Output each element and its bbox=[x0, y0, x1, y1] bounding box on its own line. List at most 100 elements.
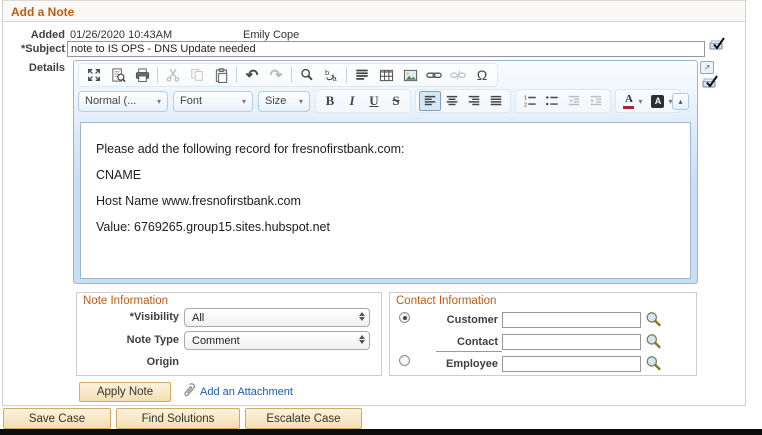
added-datetime: 01/26/2020 10:43AM bbox=[70, 29, 172, 41]
editor-text-line: Host Name www.fresnofirstbank.com bbox=[96, 188, 690, 214]
editor-text-line: Value: 6769265.group15.sites.hubspot.net bbox=[96, 214, 690, 240]
text-style-group: B I U S bbox=[315, 89, 411, 113]
chevron-down-icon: ▾ bbox=[242, 97, 246, 106]
employee-label: Employee bbox=[390, 358, 498, 370]
text-color-icon[interactable]: A ▾ bbox=[619, 91, 647, 111]
note-type-label: Note Type bbox=[77, 334, 179, 346]
font-select[interactable]: Font ▾ bbox=[173, 91, 253, 112]
unlink-icon[interactable] bbox=[446, 65, 470, 85]
rich-text-editor: ↶ ↷ ba Ω Normal (... ▾ bbox=[73, 60, 698, 284]
employee-input[interactable] bbox=[502, 356, 641, 372]
text-color-letter: A bbox=[625, 94, 633, 105]
add-a-note-page: Add a Note Added 01/26/2020 10:43AM Emil… bbox=[0, 0, 762, 435]
subject-label: *Subject bbox=[3, 43, 65, 55]
spellcheck-subject-icon[interactable] bbox=[709, 36, 726, 51]
open-popup-icon[interactable]: ↗ bbox=[700, 61, 714, 74]
visibility-select[interactable]: All bbox=[184, 308, 370, 327]
subject-input[interactable] bbox=[67, 41, 705, 57]
note-information-box: Note Information *Visibility All Note Ty… bbox=[76, 292, 382, 376]
select-stepper-icon bbox=[359, 312, 365, 321]
editor-text-line: CNAME bbox=[96, 162, 690, 188]
add-a-note-panel: Add a Note Added 01/26/2020 10:43AM Emil… bbox=[2, 0, 746, 406]
save-case-button[interactable]: Save Case bbox=[3, 408, 111, 429]
svg-text:b: b bbox=[324, 68, 328, 77]
employee-lookup-icon[interactable] bbox=[645, 355, 662, 372]
insert-image-icon[interactable] bbox=[398, 65, 422, 85]
paragraph-format-select[interactable]: Normal (... ▾ bbox=[78, 91, 168, 112]
contact-information-box: Contact Information Customer Contact Emp… bbox=[389, 292, 697, 376]
background-color-letter: A bbox=[651, 95, 664, 108]
note-information-title: Note Information bbox=[83, 295, 168, 307]
customer-label: Customer bbox=[390, 314, 498, 326]
page-title: Add a Note bbox=[3, 1, 745, 19]
customer-lookup-icon[interactable] bbox=[645, 311, 662, 328]
text-color-bar bbox=[623, 106, 634, 109]
note-type-select[interactable]: Comment bbox=[184, 331, 370, 350]
editor-content-area[interactable]: Please add the following record for fres… bbox=[80, 122, 691, 279]
editor-toolbar-row2: Normal (... ▾ Font ▾ Size ▾ B I U S bbox=[74, 88, 697, 114]
customer-input[interactable] bbox=[502, 312, 641, 328]
increase-indent-icon[interactable] bbox=[585, 91, 607, 111]
redo-icon[interactable]: ↷ bbox=[264, 65, 288, 85]
details-label: Details bbox=[3, 62, 65, 74]
added-by-name: Emily Cope bbox=[243, 29, 299, 41]
panel-header: Add a Note bbox=[3, 1, 745, 22]
svg-text:2: 2 bbox=[524, 102, 527, 108]
copy-icon[interactable] bbox=[185, 65, 209, 85]
align-left-icon[interactable] bbox=[419, 91, 441, 111]
bulleted-list-icon[interactable] bbox=[541, 91, 563, 111]
contact-information-title: Contact Information bbox=[396, 295, 496, 307]
window-bottom-edge bbox=[0, 429, 762, 435]
toolbar-separator bbox=[346, 67, 347, 83]
paste-icon[interactable] bbox=[209, 65, 233, 85]
find-solutions-button[interactable]: Find Solutions bbox=[116, 408, 240, 429]
chevron-down-icon: ▾ bbox=[157, 97, 161, 106]
editor-toolbar-row1: ↶ ↷ ba Ω bbox=[74, 61, 697, 88]
toolbar-group-1: ↶ ↷ ba Ω bbox=[78, 63, 498, 87]
find-icon[interactable] bbox=[295, 65, 319, 85]
visibility-value: All bbox=[192, 312, 204, 324]
toolbar-separator bbox=[157, 67, 158, 83]
svg-text:1: 1 bbox=[524, 96, 527, 102]
apply-note-button[interactable]: Apply Note bbox=[79, 382, 171, 402]
special-character-icon[interactable]: Ω bbox=[470, 65, 494, 85]
collapse-toolbar-button[interactable]: ▴ bbox=[672, 93, 689, 110]
size-value: Size bbox=[265, 95, 286, 107]
add-attachment-link[interactable]: Add an Attachment bbox=[200, 386, 293, 398]
paperclip-icon bbox=[180, 382, 196, 400]
chevron-down-icon: ▾ bbox=[638, 97, 642, 106]
spellcheck-details-icon[interactable] bbox=[702, 74, 719, 89]
list-indent-group: 12 bbox=[515, 89, 611, 113]
visibility-label: *Visibility bbox=[77, 311, 179, 323]
cut-icon[interactable] bbox=[161, 65, 185, 85]
contact-employee-divider bbox=[436, 351, 502, 352]
undo-icon[interactable]: ↶ bbox=[240, 65, 264, 85]
contact-label: Contact bbox=[390, 336, 498, 348]
select-stepper-icon bbox=[359, 335, 365, 344]
contact-input[interactable] bbox=[502, 334, 641, 350]
preview-icon[interactable] bbox=[106, 65, 130, 85]
replace-icon[interactable]: ba bbox=[319, 65, 343, 85]
maximize-icon[interactable] bbox=[82, 65, 106, 85]
insert-table-icon[interactable] bbox=[374, 65, 398, 85]
bold-icon[interactable]: B bbox=[319, 91, 341, 111]
underline-icon[interactable]: U bbox=[363, 91, 385, 111]
italic-icon[interactable]: I bbox=[341, 91, 363, 111]
decrease-indent-icon[interactable] bbox=[563, 91, 585, 111]
escalate-case-button[interactable]: Escalate Case bbox=[245, 408, 362, 429]
alignment-group bbox=[415, 89, 511, 113]
select-all-icon[interactable] bbox=[350, 65, 374, 85]
align-justify-icon[interactable] bbox=[485, 91, 507, 111]
align-right-icon[interactable] bbox=[463, 91, 485, 111]
strikethrough-icon[interactable]: S bbox=[385, 91, 407, 111]
font-value: Font bbox=[180, 95, 202, 107]
numbered-list-icon[interactable]: 12 bbox=[519, 91, 541, 111]
size-select[interactable]: Size ▾ bbox=[258, 91, 310, 112]
insert-link-icon[interactable] bbox=[422, 65, 446, 85]
contact-lookup-icon[interactable] bbox=[645, 333, 662, 350]
print-icon[interactable] bbox=[130, 65, 154, 85]
toolbar-separator bbox=[291, 67, 292, 83]
toolbar-separator bbox=[236, 67, 237, 83]
chevron-down-icon: ▾ bbox=[299, 97, 303, 106]
align-center-icon[interactable] bbox=[441, 91, 463, 111]
